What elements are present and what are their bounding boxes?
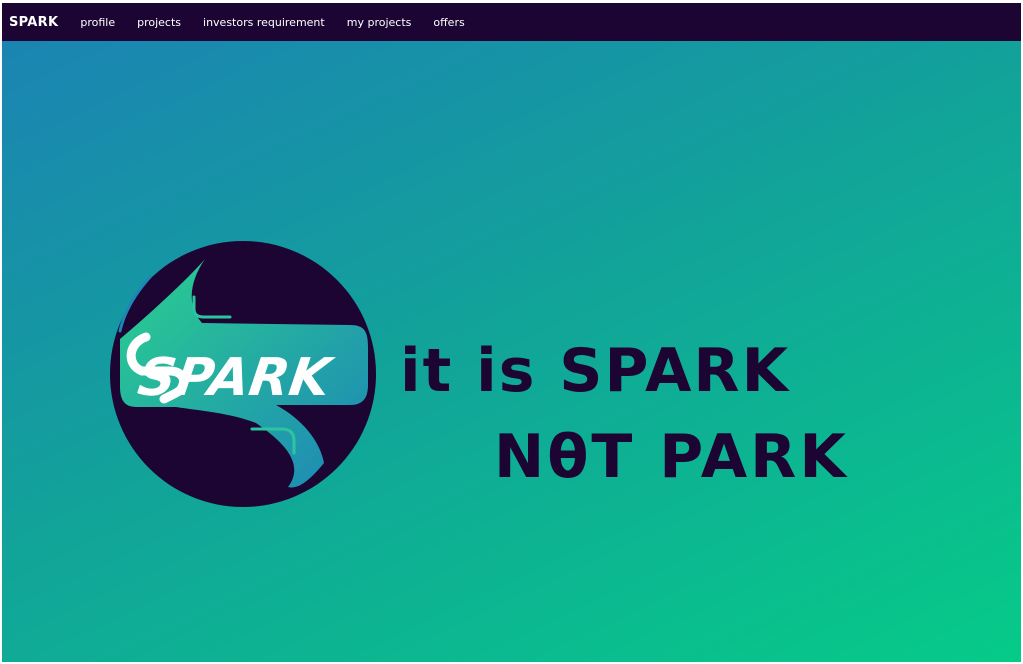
spark-logo: SPARK [110, 241, 376, 507]
nav-link-projects[interactable]: projects [137, 16, 181, 29]
nav-link-my-projects[interactable]: my projects [347, 16, 412, 29]
hero-section: SPARK it is SPARK NθT PARK [2, 41, 1021, 662]
logo-wordmark: SPARK [134, 348, 337, 408]
tagline-line-1: it is SPARK [400, 336, 791, 406]
top-navbar: SPARK profile projects investors require… [2, 3, 1021, 41]
nav-link-investors-requirement[interactable]: investors requirement [203, 16, 325, 29]
nav-link-offers[interactable]: offers [433, 16, 464, 29]
page: SPARK profile projects investors require… [0, 0, 1023, 664]
tagline-line-2: NθT PARK [494, 422, 849, 492]
nav-link-profile[interactable]: profile [80, 16, 115, 29]
brand-link[interactable]: SPARK [9, 15, 58, 30]
